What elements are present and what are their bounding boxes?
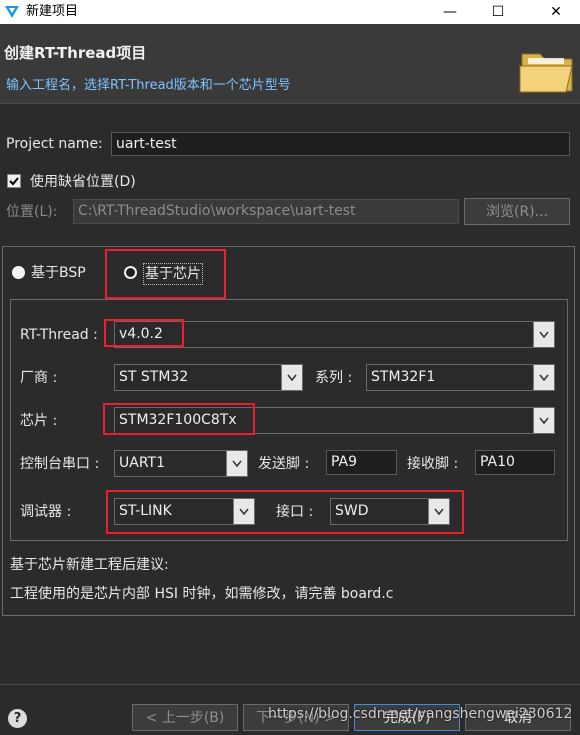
window-title: 新建项目: [26, 4, 79, 19]
rtthread-version-label: RT-Thread :: [20, 327, 98, 343]
console-uart-value: UART1: [119, 455, 165, 471]
wizard-banner: 创建RT-Thread项目 输入工程名，选择RT-Thread版本和一个芯片型号: [0, 24, 580, 104]
chevron-down-icon[interactable]: [533, 408, 554, 433]
console-uart-select[interactable]: UART1: [114, 450, 248, 477]
debugger-label: 调试器 :: [20, 504, 72, 520]
vendor-select[interactable]: ST STM32: [114, 364, 303, 391]
advice-title: 基于芯片新建工程后建议:: [10, 557, 169, 573]
rt-thread-app-icon: [4, 4, 20, 20]
watermark-text: https://blog.csdn.net/yangshengwei230612: [268, 706, 573, 722]
maximize-button[interactable]: ☐: [474, 0, 522, 24]
tx-pin-input[interactable]: PA9: [326, 450, 397, 475]
chevron-down-icon[interactable]: [428, 499, 449, 524]
debugger-select[interactable]: ST-LINK: [114, 498, 255, 525]
interface-label: 接口 :: [276, 504, 314, 520]
location-label: 位置(L):: [6, 204, 58, 220]
help-icon[interactable]: ?: [8, 709, 27, 728]
chevron-down-icon[interactable]: [533, 365, 554, 390]
series-value: STM32F1: [371, 369, 436, 385]
rtthread-version-highlight: [104, 319, 184, 347]
title-bar: 新建项目 — ☐ ✕: [0, 0, 580, 24]
chip-radio-label: 基于芯片: [143, 263, 203, 285]
wizard-title: 创建RT-Thread项目: [4, 44, 147, 62]
vendor-value: ST STM32: [119, 369, 189, 385]
project-name-label: Project name:: [6, 136, 103, 152]
chevron-down-icon[interactable]: [533, 322, 554, 347]
checkmark-icon: [9, 177, 19, 186]
folder-icon: [518, 44, 576, 96]
bsp-radio-label: 基于BSP: [31, 265, 86, 281]
chip-highlight: [103, 403, 255, 435]
debugger-value: ST-LINK: [119, 503, 172, 519]
console-uart-label: 控制台串口 :: [20, 456, 100, 472]
browse-button[interactable]: 浏览(R)...: [464, 198, 570, 225]
rx-pin-input[interactable]: PA10: [475, 450, 555, 475]
close-button[interactable]: ✕: [532, 0, 580, 24]
location-input[interactable]: C:\RT-ThreadStudio\workspace\uart-test: [73, 199, 459, 224]
chip-radio[interactable]: [124, 266, 137, 279]
chevron-down-icon[interactable]: [233, 499, 254, 524]
chevron-down-icon[interactable]: [226, 451, 247, 476]
project-name-input[interactable]: uart-test: [111, 132, 570, 156]
default-location-label: 使用缺省位置(D): [30, 174, 136, 190]
series-label: 系列 :: [315, 370, 353, 386]
tx-pin-label: 发送脚 :: [258, 456, 310, 472]
default-location-checkbox[interactable]: [7, 174, 21, 188]
back-button[interactable]: < 上一步(B): [132, 704, 238, 731]
rx-pin-label: 接收脚 :: [407, 456, 459, 472]
series-select[interactable]: STM32F1: [366, 364, 555, 391]
interface-value: SWD: [335, 503, 369, 519]
chevron-down-icon[interactable]: [281, 365, 302, 390]
chip-label: 芯片 :: [20, 413, 58, 429]
wizard-subtitle: 输入工程名，选择RT-Thread版本和一个芯片型号: [6, 78, 291, 93]
minimize-button[interactable]: —: [426, 0, 474, 24]
interface-select[interactable]: SWD: [330, 498, 450, 525]
vendor-label: 厂商 :: [20, 370, 58, 386]
advice-text: 工程使用的是芯片内部 HSI 时钟，如需修改，请完善 board.c: [10, 586, 394, 602]
bsp-radio[interactable]: [12, 266, 25, 279]
